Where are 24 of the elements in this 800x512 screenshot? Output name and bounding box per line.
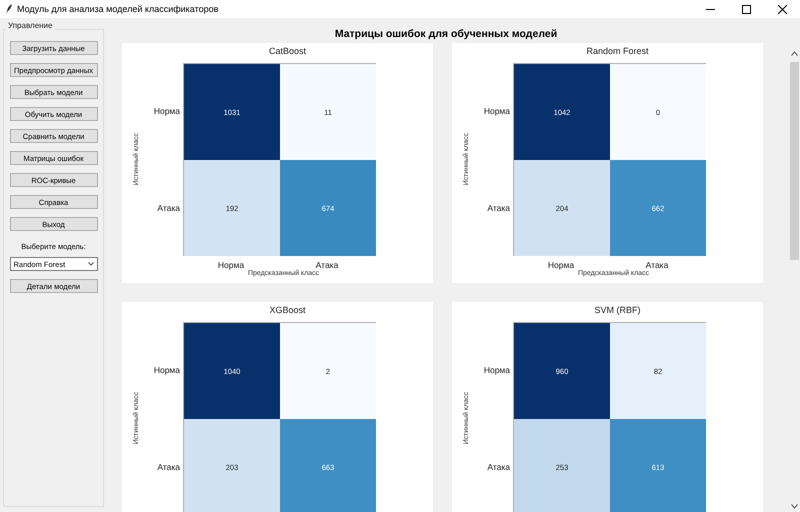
row-label: Норма [482,364,511,378]
chevron-icon [88,262,94,266]
maximize-icon [742,4,750,14]
chart-title: CatBoost [268,45,308,58]
scrollbar-thumb[interactable] [790,62,799,260]
row-label: Норма [152,364,181,378]
close-icon [778,4,786,14]
chart-title: SVM (RBF) [594,304,642,317]
chart-title: XGBoost [268,304,307,317]
column-label: Атака [314,260,340,270]
row-label: Атака [486,202,511,215]
column-label: Атака [644,260,670,270]
row-label: Норма [152,105,181,118]
row-label: Атака [486,460,511,474]
chart-title: Random Forest [585,45,650,58]
group-title: Управление [6,21,54,30]
column-label: Норма [546,260,576,270]
window-title: Модуль для анализа моделей классификаторов [17,4,218,14]
row-label: Норма [482,105,511,118]
page-title: Матрицы ошибок для обученных моделей [334,28,558,40]
row-label: Атака [156,460,181,474]
row-label: Атака [156,202,181,215]
column-label: Норма [216,260,246,270]
feather-icon [5,4,13,14]
